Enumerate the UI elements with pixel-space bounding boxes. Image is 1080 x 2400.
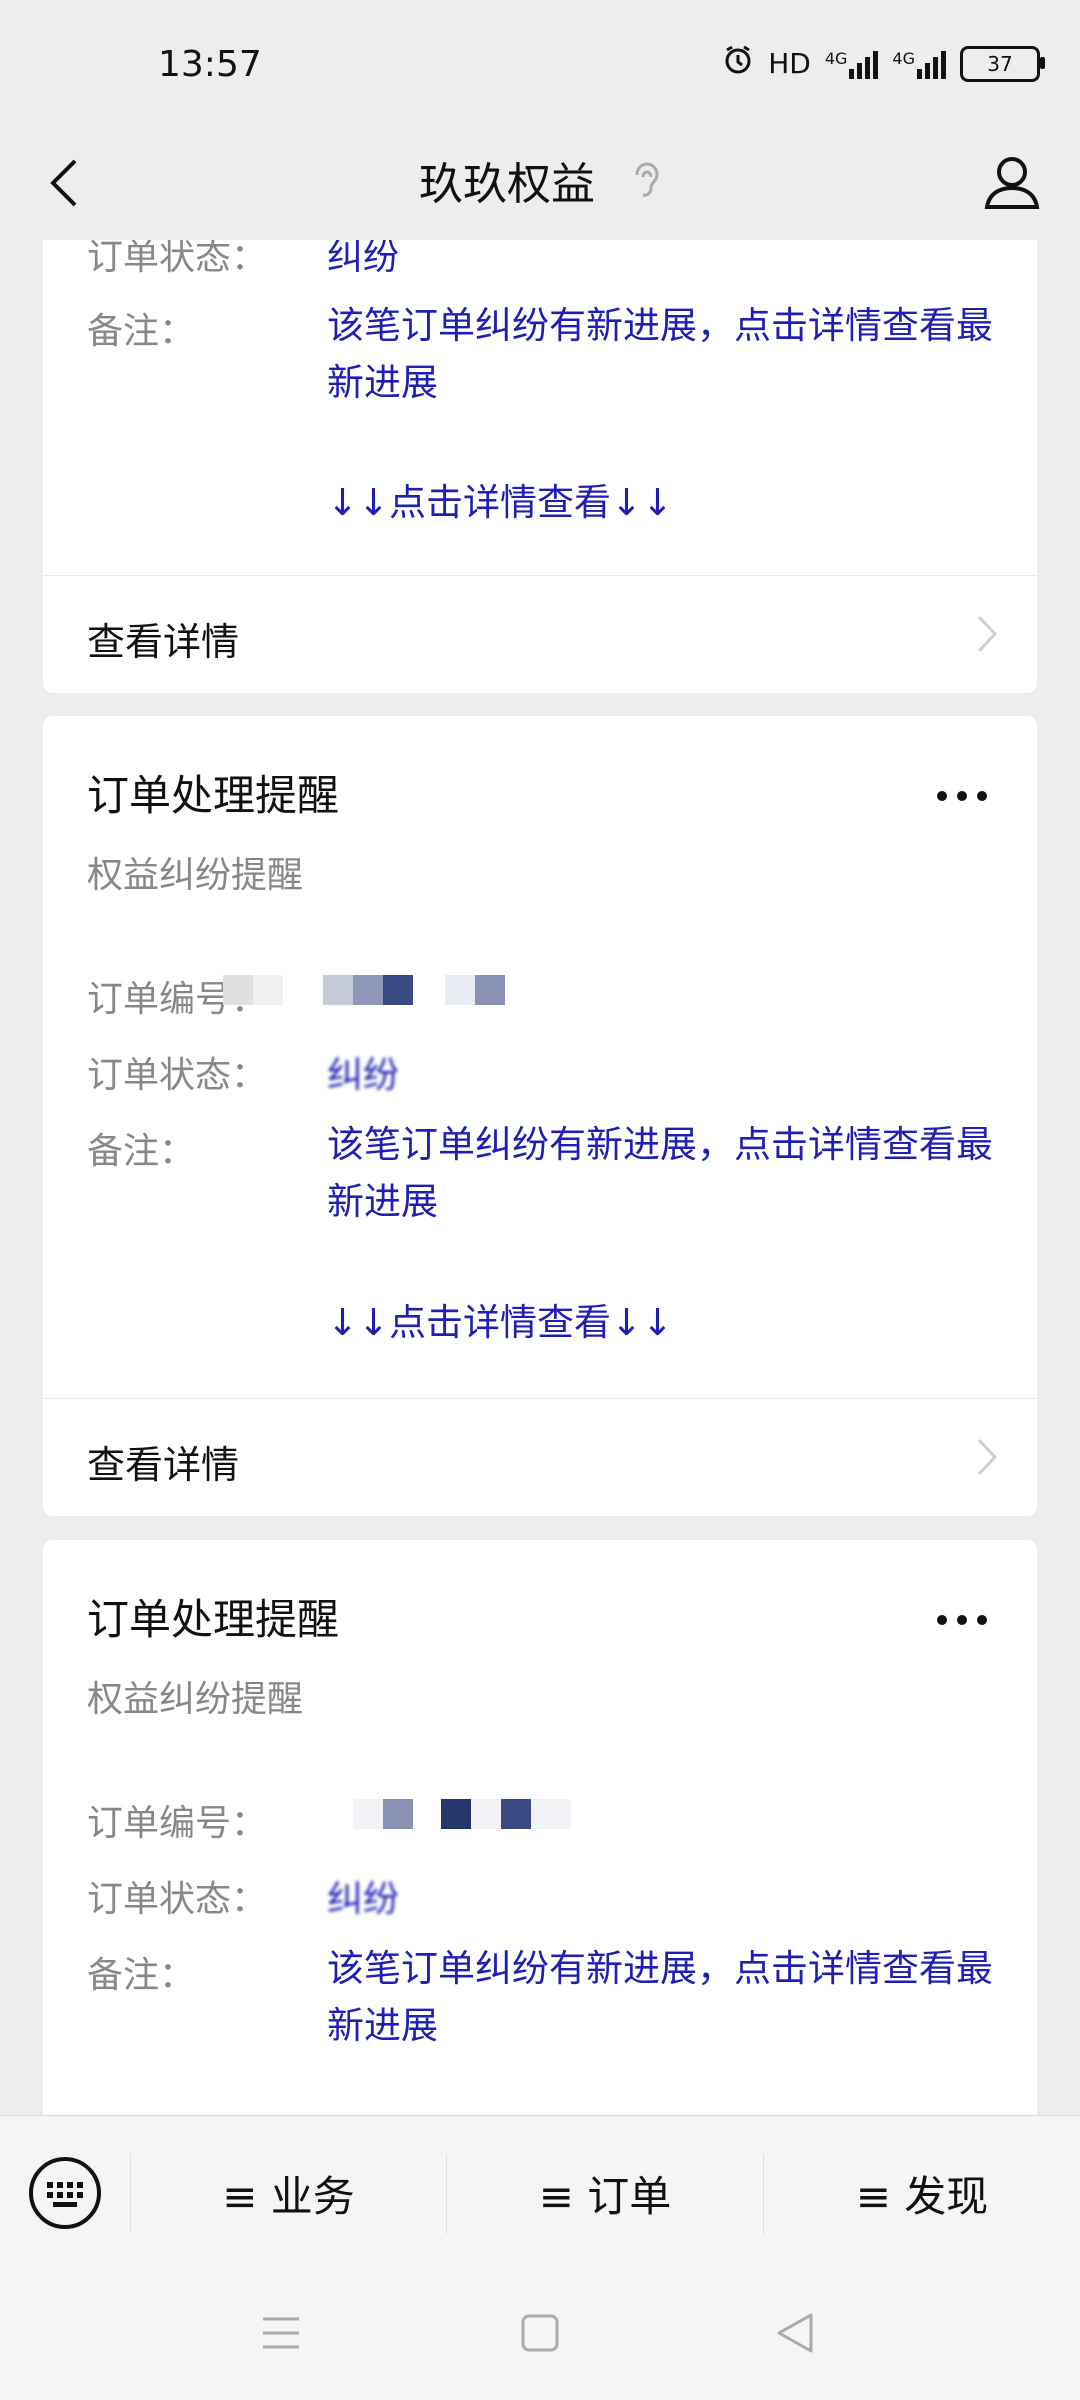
message-list[interactable]: 订单状态： 纠纷 备注： 该笔订单纠纷有新进展，点击详情查看最新进展 ↓↓点击详… xyxy=(0,240,1080,2115)
message-card: 订单处理提醒 权益纠纷提醒 订单编号： 订单状态： 纠纷 备注： 该笔订单纠纷有… xyxy=(43,1540,1037,2115)
ear-icon xyxy=(631,152,661,222)
user-icon xyxy=(982,152,1042,216)
note-text: 该笔订单纠纷有新进展，点击详情查看最新进展 xyxy=(327,304,993,404)
note-text: 该笔订单纠纷有新进展，点击详情查看最新进展 xyxy=(327,1123,993,1223)
nav-home-button[interactable] xyxy=(515,2310,565,2360)
menu-icon xyxy=(261,2315,301,2355)
keyboard-toggle-button[interactable] xyxy=(26,2156,104,2234)
user-profile-button[interactable] xyxy=(974,146,1050,222)
order-status-label: 订单状态： xyxy=(87,1879,268,1920)
note-label: 备注： xyxy=(87,1131,196,1172)
note-label: 备注： xyxy=(87,1955,196,1996)
status-icons: HD 4G 4G 37 xyxy=(722,44,1045,83)
card-subtitle: 权益纠纷提醒 xyxy=(87,855,304,896)
order-status-value: 纠纷 xyxy=(327,1879,400,1920)
detail-link-text[interactable]: ↓↓点击详情查看↓↓ xyxy=(327,472,673,526)
order-number-redacted xyxy=(353,1792,571,1836)
card-title: 订单处理提醒 xyxy=(87,771,340,820)
bottom-menu-bar: ≡ 业务 ≡ 订单 ≡ 发现 xyxy=(0,2115,1080,2271)
message-card: 订单处理提醒 权益纠纷提醒 订单编号： 订单状态： 纠纷 备注： 该笔订单纠纷有… xyxy=(43,716,1037,1516)
order-status-label: 订单状态： xyxy=(87,240,268,278)
more-options-icon[interactable] xyxy=(937,786,987,806)
note-text: 该笔订单纠纷有新进展，点击详情查看最新进展 xyxy=(327,1947,993,2047)
battery-level: 37 xyxy=(987,51,1013,76)
order-number-label: 订单编号： xyxy=(87,1803,268,1844)
order-number-redacted xyxy=(223,968,505,1012)
view-detail-row[interactable]: 查看详情 xyxy=(43,1398,1037,1516)
menu-item-orders[interactable]: ≡ 订单 xyxy=(447,2116,763,2271)
menu-item-business[interactable]: ≡ 业务 xyxy=(131,2116,446,2271)
network-type-2: 4G xyxy=(892,48,915,68)
card-title: 订单处理提醒 xyxy=(87,1595,340,1644)
chevron-right-icon xyxy=(975,613,999,659)
detail-link-text[interactable]: ↓↓点击详情查看↓↓ xyxy=(327,1292,673,1346)
chevron-right-icon xyxy=(975,1436,999,1482)
order-status-value: 纠纷 xyxy=(327,1055,400,1096)
alarm-icon xyxy=(722,44,754,83)
back-triangle-icon xyxy=(775,2311,815,2359)
menu-item-discover[interactable]: ≡ 发现 xyxy=(764,2116,1080,2271)
nav-menu-button[interactable] xyxy=(256,2310,306,2360)
home-icon xyxy=(520,2313,560,2357)
note-label: 备注： xyxy=(87,311,196,352)
signal-icon-2: 4G xyxy=(892,49,946,79)
message-card: 订单状态： 纠纷 备注： 该笔订单纠纷有新进展，点击详情查看最新进展 ↓↓点击详… xyxy=(43,240,1037,693)
page-title-wrap: 玖玖权益 xyxy=(0,150,1080,220)
keyboard-icon xyxy=(27,2155,103,2235)
order-status-value: 纠纷 xyxy=(327,240,400,278)
nav-back-button[interactable] xyxy=(770,2310,820,2360)
signal-icon: 4G xyxy=(825,49,879,79)
view-detail-row[interactable]: 查看详情 xyxy=(43,575,1037,693)
network-type-1: 4G xyxy=(824,48,848,68)
view-detail-label: 查看详情 xyxy=(87,1443,240,1487)
view-detail-label: 查看详情 xyxy=(87,620,240,664)
battery-icon: 37 xyxy=(960,45,1045,82)
page-title: 玖玖权益 xyxy=(419,159,595,210)
more-options-icon[interactable] xyxy=(937,1610,987,1630)
status-bar: 13:57 HD 4G 4G 37 xyxy=(0,0,1080,130)
status-time: 13:57 xyxy=(158,44,262,85)
hd-icon: HD xyxy=(768,47,811,80)
system-nav-bar xyxy=(0,2270,1080,2400)
card-subtitle: 权益纠纷提醒 xyxy=(87,1679,304,1720)
title-bar: 玖玖权益 xyxy=(0,130,1080,240)
order-status-label: 订单状态： xyxy=(87,1055,268,1096)
